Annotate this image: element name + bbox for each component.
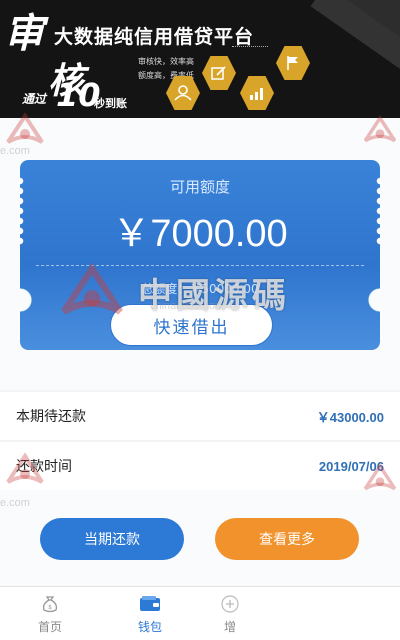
available-credit-label: 可用额度 [169,178,230,196]
banner-tag-suffix: 秒到账 [94,97,127,110]
banner-subtitle: 审核快，效率高 [138,57,194,66]
bottom-tab-bar: $ 首页 钱包 增 [0,586,400,640]
chart-icon [240,76,274,110]
repay-now-button[interactable]: 当期还款 [40,518,184,560]
repay-date-label: 还款时间 [16,459,72,475]
tab-add[interactable]: 增 [200,593,260,635]
edit-icon [202,56,236,90]
wallet-icon [120,593,180,615]
banner-dotted-line [232,46,268,47]
promo-banner[interactable]: 审 核 大数据纯信用借贷平台 审核快，效率高 额度高，费率低 通过 10 秒到账 [0,0,400,118]
ticket-edge-right [374,176,380,246]
list-item: 本期待还款 ￥43000.00 [0,392,400,440]
ticket-divider [36,265,364,266]
ticket-edge-left [20,176,26,246]
list-item: 还款时间 2019/07/06 [0,442,400,490]
view-more-button[interactable]: 查看更多 [215,518,359,560]
repay-date-value: 2019/07/06 [318,458,384,474]
banner-tag-prefix: 通过 [22,92,47,106]
tab-label: 首页 [37,620,62,634]
tab-wallet[interactable]: 钱包 [120,593,180,635]
watermark-text: e.com [0,497,30,509]
plus-icon [200,593,260,615]
tab-label: 增 [223,620,236,634]
available-credit-value: ￥7000.00 [112,213,288,255]
user-icon [166,76,200,110]
due-amount-label: 本期待还款 [16,409,86,425]
tab-label: 钱包 [137,620,162,634]
watermark-logo-text: 中國源碼 [138,276,290,316]
action-section: 当期还款 查看更多 [0,490,400,586]
tab-home[interactable]: $ 首页 [20,593,80,635]
flag-icon [276,46,310,80]
watermark-text: e.com [0,145,30,157]
due-amount-value: ￥43000.00 [316,409,384,425]
svg-text:$: $ [48,604,52,611]
banner-calligraphy: 审 [4,10,46,57]
banner-title: 大数据纯信用借贷平台 [54,26,255,48]
money-bag-icon: $ [20,593,80,615]
credit-card-section: 可用额度 ￥7000.00 总额度：￥50000.00 快速借出 [0,118,400,390]
